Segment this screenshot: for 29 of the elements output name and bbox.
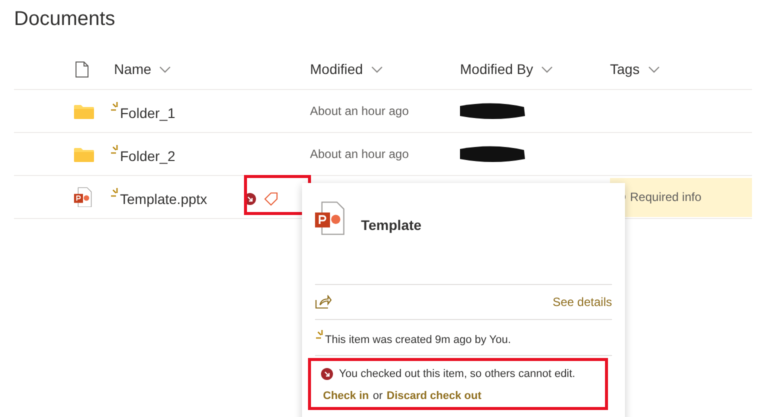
- created-info: This item was created 9m ago by You.: [325, 333, 511, 348]
- share-icon[interactable]: [315, 295, 332, 309]
- file-card-title[interactable]: Template: [361, 215, 422, 236]
- column-header[interactable]: Tags: [610, 59, 750, 80]
- folder-icon: [74, 146, 94, 162]
- chevron-icon: [370, 66, 383, 73]
- column-header[interactable]: Modified By: [460, 59, 610, 80]
- presentation-file-icon: [315, 201, 345, 236]
- modified-date: About an hour ago: [310, 147, 409, 161]
- file-name[interactable]: Template.pptx: [120, 188, 208, 210]
- page-title: Documents: [14, 7, 116, 32]
- chevron-icon: [648, 66, 660, 73]
- checked-out-icon: [321, 368, 333, 380]
- folder-icon: [74, 104, 94, 118]
- check-in-link[interactable]: Check in: [323, 388, 369, 404]
- modified-date: About an hour ago: [310, 104, 409, 118]
- file-name[interactable]: Folder_1: [120, 102, 176, 124]
- file-name[interactable]: Folder_2: [120, 146, 176, 166]
- tags-cell[interactable]: Required info: [610, 178, 752, 216]
- presentation-file-icon: [74, 186, 92, 208]
- discard-checkout-link[interactable]: Discard check out: [386, 388, 482, 404]
- column-header[interactable]: Name: [110, 59, 310, 80]
- column-header[interactable]: Modified: [310, 59, 460, 80]
- chevron-icon: [541, 66, 554, 73]
- see-details-link[interactable]: See details: [552, 293, 612, 311]
- or-text: or: [372, 388, 383, 404]
- chevron-icon: [159, 66, 172, 73]
- checkout-message: You checked out this item, so others cannot edit.: [339, 367, 576, 382]
- file-type-icon: [75, 61, 89, 78]
